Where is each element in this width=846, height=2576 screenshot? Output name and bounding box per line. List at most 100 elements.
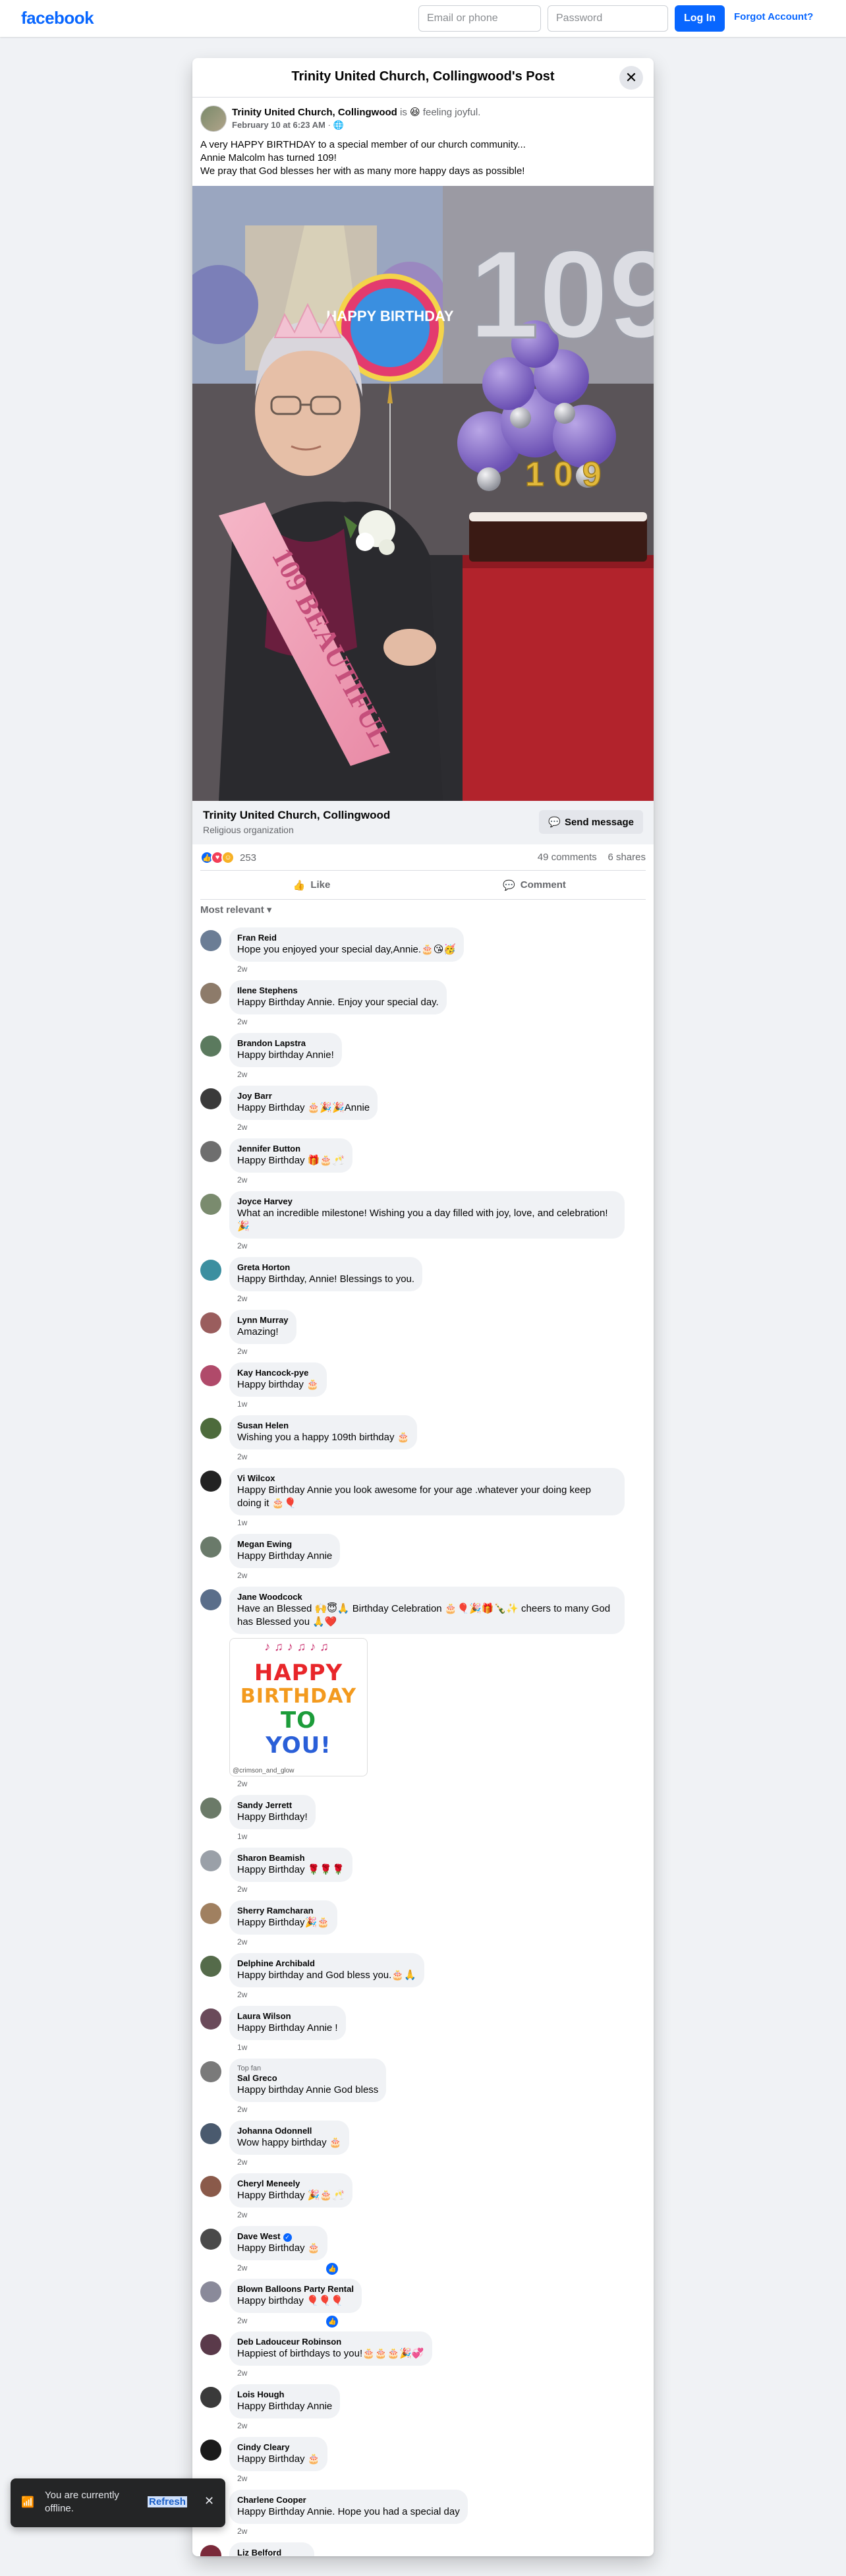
commenter-avatar[interactable] xyxy=(200,1956,221,1977)
comment-time[interactable]: 1w xyxy=(229,1832,646,1842)
commenter-name[interactable]: Fran Reid xyxy=(237,933,456,943)
comment-time[interactable]: 1w xyxy=(229,1399,646,1410)
comment-time[interactable]: 2w xyxy=(229,1571,646,1581)
comment-time[interactable]: 2w xyxy=(229,1123,646,1133)
page-avatar[interactable] xyxy=(200,105,227,132)
comment-time[interactable]: 2w xyxy=(229,1885,646,1895)
reaction-summary[interactable]: 👍 ♥ ☺ 253 xyxy=(200,851,256,864)
comment-time[interactable]: 2w xyxy=(229,2474,646,2484)
comments-count[interactable]: 49 comments xyxy=(538,852,597,863)
commenter-avatar[interactable] xyxy=(200,1312,221,1333)
post-photo[interactable]: 109 1 0 9 HAPPY BIRTHDAY 109 BEAUTIFUL xyxy=(192,186,654,801)
commenter-avatar[interactable] xyxy=(200,1471,221,1492)
commenter-name[interactable]: Cindy Cleary xyxy=(237,2442,320,2453)
commenter-avatar[interactable] xyxy=(200,1194,221,1215)
commenter-name[interactable]: Lynn Murray xyxy=(237,1315,289,1326)
commenter-name[interactable]: Sharon Beamish xyxy=(237,1853,345,1863)
send-message-button[interactable]: 💬 Send message xyxy=(539,810,643,834)
commenter-name[interactable]: Joyce Harvey xyxy=(237,1196,617,1207)
refresh-button[interactable]: Refresh xyxy=(148,2496,187,2507)
commenter-avatar[interactable] xyxy=(200,2061,221,2082)
commenter-avatar[interactable] xyxy=(200,930,221,951)
comment-button[interactable]: 💬 Comment xyxy=(423,871,646,899)
comment-time[interactable]: 1w xyxy=(229,2043,646,2053)
commenter-name[interactable]: Lois Hough xyxy=(237,2389,332,2400)
password-input[interactable] xyxy=(548,5,668,32)
commenter-name[interactable]: Greta Horton xyxy=(237,1262,414,1273)
page-name[interactable]: Trinity United Church, Collingwood xyxy=(203,809,390,822)
commenter-name[interactable]: Vi Wilcox xyxy=(237,1473,617,1484)
commenter-name[interactable]: Brandon Lapstra xyxy=(237,1038,334,1049)
commenter-avatar[interactable] xyxy=(200,1537,221,1558)
login-button[interactable]: Log In xyxy=(675,5,725,32)
comment-time[interactable]: 2w xyxy=(229,1294,646,1304)
commenter-name[interactable]: Sherry Ramcharan xyxy=(237,1906,329,1916)
comment-time[interactable]: 2w 👍 xyxy=(229,2263,646,2275)
comment-time[interactable]: 2w xyxy=(229,1937,646,1948)
comment-sort-dropdown[interactable]: Most relevant ▾ xyxy=(192,900,654,922)
comment-time[interactable]: 2w xyxy=(229,2210,646,2221)
comment-like-icon[interactable]: 👍 xyxy=(326,2316,339,2327)
commenter-avatar[interactable] xyxy=(200,2545,221,2556)
commenter-name[interactable]: Blown Balloons Party Rental xyxy=(237,2284,354,2295)
comment-time[interactable]: 2w xyxy=(229,1241,646,1252)
email-input[interactable] xyxy=(418,5,541,32)
comment-time[interactable]: 2w xyxy=(229,1017,646,1028)
commenter-name[interactable]: Sandy Jerrett xyxy=(237,1800,308,1811)
comment-time[interactable]: 2w xyxy=(229,1990,646,2001)
commenter-name[interactable]: Delphine Archibald xyxy=(237,1958,416,1969)
comment-time[interactable]: 2w xyxy=(229,2368,646,2379)
commenter-name[interactable]: Charlene Cooper xyxy=(237,2495,460,2505)
close-toast-icon[interactable]: ✕ xyxy=(204,2494,214,2508)
post-author[interactable]: Trinity United Church, Collingwood xyxy=(232,107,397,118)
comment-time[interactable]: 2w xyxy=(229,964,646,975)
commenter-name[interactable]: Joy Barr xyxy=(237,1091,370,1101)
commenter-avatar[interactable] xyxy=(200,1589,221,1610)
commenter-avatar[interactable] xyxy=(200,1141,221,1162)
commenter-avatar[interactable] xyxy=(200,2281,221,2302)
commenter-avatar[interactable] xyxy=(200,2334,221,2355)
close-icon[interactable]: ✕ xyxy=(619,66,643,90)
comment-time[interactable]: 2w xyxy=(229,1779,646,1790)
commenter-avatar[interactable] xyxy=(200,2176,221,2197)
commenter-name[interactable]: Sal Greco xyxy=(237,2073,378,2084)
birthday-gif[interactable]: HAPPY BIRTHDAY TO YOU! ♪♫♪♫♪♫ @crimson_and_gl… xyxy=(229,1638,368,1776)
post-date[interactable]: February 10 at 6:23 AM xyxy=(232,120,325,130)
comment-time[interactable]: 2w xyxy=(229,2421,646,2432)
commenter-avatar[interactable] xyxy=(200,983,221,1004)
comment-time[interactable]: 2w xyxy=(229,1070,646,1080)
commenter-avatar[interactable] xyxy=(200,2229,221,2250)
commenter-avatar[interactable] xyxy=(200,1850,221,1871)
comment-time[interactable]: 2w 👍 xyxy=(229,2316,646,2327)
like-button[interactable]: 👍 Like xyxy=(200,871,423,899)
commenter-name[interactable]: Jennifer Button xyxy=(237,1144,345,1154)
commenter-name[interactable]: Ilene Stephens xyxy=(237,985,439,996)
shares-count[interactable]: 6 shares xyxy=(607,852,646,863)
commenter-avatar[interactable] xyxy=(200,1260,221,1281)
commenter-avatar[interactable] xyxy=(200,1088,221,1109)
commenter-avatar[interactable] xyxy=(200,1903,221,1924)
comment-time[interactable]: 2w xyxy=(229,1175,646,1186)
comment-time[interactable]: 2w xyxy=(229,1452,646,1463)
comment-time[interactable]: 2w xyxy=(229,2105,646,2115)
comment-time[interactable]: 2w xyxy=(229,1347,646,1357)
commenter-avatar[interactable] xyxy=(200,2440,221,2461)
commenter-name[interactable]: Liz Belford xyxy=(237,2548,306,2556)
commenter-avatar[interactable] xyxy=(200,1418,221,1439)
commenter-name[interactable]: Megan Ewing xyxy=(237,1539,332,1550)
facebook-logo[interactable]: facebook xyxy=(21,8,94,28)
commenter-name[interactable]: Kay Hancock-pye xyxy=(237,1368,319,1378)
comment-time[interactable]: 1w xyxy=(229,1518,646,1529)
commenter-name[interactable]: Dave West ✓ xyxy=(237,2231,320,2242)
commenter-avatar[interactable] xyxy=(200,2123,221,2144)
commenter-avatar[interactable] xyxy=(200,1798,221,1819)
comment-time[interactable]: 2w xyxy=(229,2157,646,2168)
commenter-name[interactable]: Laura Wilson xyxy=(237,2011,338,2022)
commenter-avatar[interactable] xyxy=(200,1365,221,1386)
commenter-name[interactable]: Susan Helen xyxy=(237,1420,409,1431)
commenter-avatar[interactable] xyxy=(200,1036,221,1057)
commenter-name[interactable]: Deb Ladouceur Robinson xyxy=(237,2337,424,2347)
comment-time[interactable]: 2w xyxy=(229,2527,646,2537)
commenter-avatar[interactable] xyxy=(200,2387,221,2408)
commenter-name[interactable]: Johanna Odonnell xyxy=(237,2126,341,2136)
